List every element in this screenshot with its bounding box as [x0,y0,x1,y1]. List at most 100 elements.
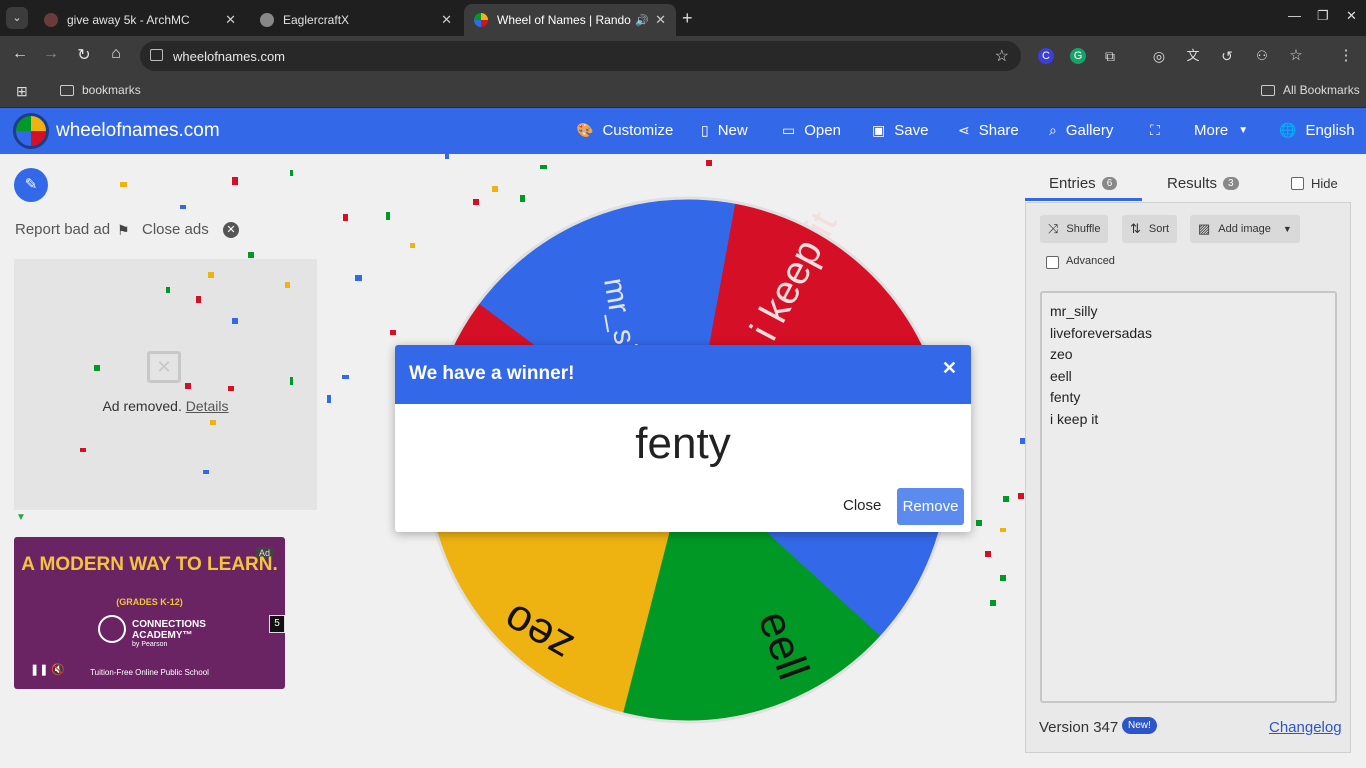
video-ad[interactable]: Ad A MODERN WAY TO LEARN. (GRADES K-12) … [14,537,285,689]
language-button[interactable]: 🌐 English [1279,122,1355,139]
gallery-button[interactable]: ⌕ Gallery [1049,122,1113,139]
customize-button[interactable]: 🎨 Customize [576,122,673,139]
folder-open-icon: ▭ [782,122,796,138]
back-icon[interactable]: ← [9,45,31,63]
winner-name: fenty [635,419,731,468]
shuffle-icon: ⤨ [1048,221,1059,236]
bookmarks-star-icon[interactable]: ☆ [1288,48,1304,64]
url-text[interactable]: wheelofnames.com [173,49,285,64]
advanced-checkbox[interactable] [1046,256,1059,269]
list-item: mr_silly [1050,303,1098,319]
wheel-logo-icon[interactable] [13,113,49,149]
entries-panel: ⤨ Shuffle ⇅ Sort ▨ Add image ▼ Advanced mr_s… [1025,202,1351,753]
site-name[interactable]: wheelofnames.com [56,120,220,142]
new-tab-icon[interactable]: + [682,8,693,29]
close-tab-icon[interactable]: ✕ [655,12,666,28]
browser-tab-eaglercraft[interactable]: EaglercraftX ✕ [250,4,462,36]
save-label: Save [894,122,929,139]
minimize-icon[interactable]: — [1288,8,1301,23]
close-button[interactable]: Close [843,497,881,514]
home-icon[interactable]: ⌂ [105,45,127,63]
caret-down-icon: ▼ [1282,224,1292,234]
mute-icon[interactable]: 🔇 [51,663,65,676]
save-button[interactable]: ▣ Save [872,122,928,139]
dialog-header: We have a winner! ✕ [395,345,971,404]
browser-tab-wheel-of-names[interactable]: Wheel of Names | Random 🔊 ✕ [464,4,676,36]
screenshot-icon[interactable]: ◎ [1151,48,1167,64]
list-item: fenty [1050,389,1081,405]
close-icon[interactable]: ✕ [942,358,957,379]
ad-countdown[interactable]: 5 [269,615,285,633]
fullscreen-icon: ⛶ [1150,122,1160,138]
flag-icon[interactable]: ⚑ [117,222,130,239]
browser-tab-archmc[interactable]: give away 5k - ArchMC ✕ [34,4,246,36]
tab-entries[interactable]: Entries 6 [1049,175,1118,192]
ad-details-link[interactable]: Details [186,398,229,414]
caret-down-icon: ▼ [1238,125,1249,136]
tab-search-chevron-icon[interactable]: ⌄ [6,7,28,29]
new-badge: New! [1122,717,1157,734]
shuffle-button[interactable]: ⤨ Shuffle [1040,215,1109,243]
speaker-icon[interactable]: 🔊 [635,14,649,27]
more-label: More [1194,122,1229,139]
report-bad-ad-link[interactable]: Report bad ad [15,221,110,238]
history-icon[interactable]: ↺ [1219,48,1235,64]
all-bookmarks-folder[interactable]: All Bookmarks [1261,83,1360,97]
extension-c-icon[interactable]: C [1038,48,1054,64]
list-item: zeo [1050,346,1073,362]
globe-favicon-icon [260,13,274,27]
edit-pencil-icon[interactable]: ✎ [14,168,48,202]
new-button[interactable]: ▯ New [701,122,748,139]
language-label: English [1305,122,1355,139]
ad-subtitle: (GRADES K-12) [116,597,183,607]
close-ads-link[interactable]: Close ads [142,221,209,238]
browser-tab-strip: ⌄ give away 5k - ArchMC ✕ EaglercraftX ✕… [0,0,1366,36]
ad-removed-label: Ad removed. [102,398,182,414]
gallery-label: Gallery [1065,122,1114,139]
open-button[interactable]: ▭ Open [782,122,841,139]
all-bookmarks-label: All Bookmarks [1283,83,1360,97]
new-label: New [717,122,748,139]
close-circle-icon[interactable]: ✕ [223,222,239,238]
remove-button[interactable]: Remove [897,488,964,525]
globe-icon: 🌐 [1279,122,1297,138]
bookmark-star-icon[interactable]: ☆ [995,46,1009,66]
adchoices-icon[interactable]: ▼ [16,512,26,523]
extensions-puzzle-icon[interactable]: ⧉ [1102,48,1118,64]
add-image-button[interactable]: ▨ Add image ▼ [1190,215,1300,243]
add-image-label: Add image [1218,223,1271,235]
broken-image-icon: ✕ [147,351,181,383]
sort-icon: ⇅ [1130,221,1141,236]
chrome-menu-icon[interactable]: ⋮ [1338,48,1354,64]
bookmarks-folder[interactable]: bookmarks [60,83,141,97]
close-tab-icon[interactable]: ✕ [225,12,236,28]
removed-ad-placeholder: ✕ Ad removed. Details [14,259,317,510]
forward-icon[interactable]: → [40,45,62,63]
more-button[interactable]: More ▼ [1194,122,1248,139]
apps-grid-icon[interactable]: ⊞ [16,83,28,100]
advanced-label: Advanced [1066,255,1115,267]
entries-textarea[interactable]: mr_silly liveforeversadas zeo eell fenty… [1040,291,1337,703]
hide-checkbox[interactable] [1291,177,1304,190]
bookmarks-bar: ⊞ bookmarks All Bookmarks [0,76,1366,108]
floppy-icon: ▣ [872,122,886,138]
reload-icon[interactable]: ↻ [73,45,95,65]
ad-brand-by: by Pearson [132,641,168,648]
fullscreen-button[interactable]: ⛶ [1150,122,1169,139]
list-item: liveforeversadas [1050,324,1152,341]
close-tab-icon[interactable]: ✕ [441,12,452,28]
share-button[interactable]: ⋖ Share [958,122,1019,139]
translate-icon[interactable]: 文 [1185,48,1201,64]
restore-icon[interactable]: ❐ [1317,8,1329,24]
tab-title: give away 5k - ArchMC [67,13,190,27]
grammarly-icon[interactable]: G [1070,48,1086,64]
tab-results[interactable]: Results 3 [1167,175,1239,192]
address-bar[interactable]: wheelofnames.com ☆ [140,41,1021,71]
changelog-link[interactable]: Changelog [1269,719,1342,736]
sort-button[interactable]: ⇅ Sort [1122,215,1178,243]
incognito-icon[interactable]: ⚇ [1254,48,1270,64]
site-info-icon[interactable] [150,49,163,61]
shuffle-label: Shuffle [1066,223,1101,235]
close-window-icon[interactable]: ✕ [1346,8,1357,24]
pause-icon[interactable]: ❚❚ [30,663,48,676]
